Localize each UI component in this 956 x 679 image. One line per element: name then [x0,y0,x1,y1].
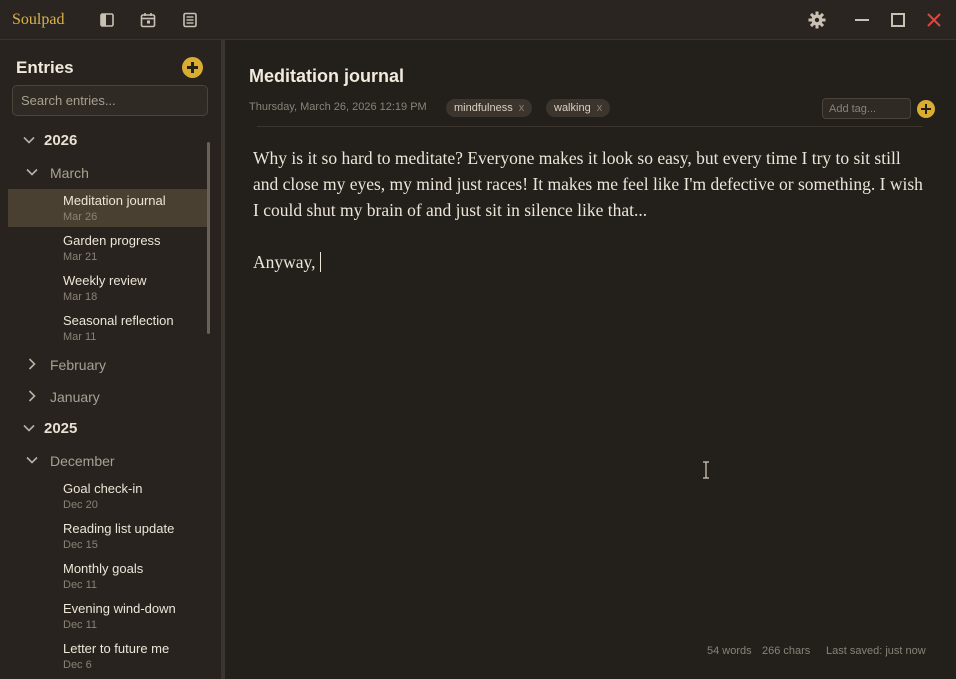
save-status: Last saved: just now [826,645,926,657]
add-entry-button[interactable] [182,57,203,78]
minimize-icon[interactable] [852,10,872,30]
sidebar-title: Entries [16,58,74,77]
list-item[interactable]: Garden progress Mar 21 [8,229,210,267]
list-item[interactable]: Meditation journal Mar 26 [8,189,210,227]
tag-label: walking [554,102,591,114]
entry-body-editor[interactable]: Why is it so hard to meditate? Everyone … [253,145,925,625]
month-label: March [50,165,89,181]
gear-icon[interactable] [807,10,827,30]
list-item[interactable]: Seasonal reflection Mar 11 [8,309,210,347]
body-paragraph: Anyway, [253,249,925,275]
entry-title: Letter to future me [63,641,170,656]
entry-date: Dec 6 [63,659,92,671]
month-march[interactable]: March [0,162,210,184]
month-february[interactable]: February [0,354,210,376]
entry-title-heading[interactable]: Meditation journal [249,66,404,87]
entry-title: Weekly review [63,273,147,288]
chevron-down-icon [22,133,36,147]
word-count: 54 words [707,645,752,657]
chevron-right-icon [25,357,39,371]
entry-datetime: Thursday, March 26, 2026 12:19 PM [249,101,427,113]
sidebar-scrollbar[interactable] [207,142,210,334]
entry-date: Mar 18 [63,291,98,303]
month-january[interactable]: January [0,386,210,408]
stack-icon[interactable] [180,10,200,30]
entry-title: Seasonal reflection [63,313,174,328]
list-item[interactable]: Monthly goals Dec 11 [8,557,210,595]
entry-title: Evening wind-down [63,601,176,616]
close-icon[interactable] [924,10,944,30]
entry-date: Mar 11 [63,331,97,343]
sidebar-toggle-icon[interactable] [97,10,117,30]
month-label: February [50,357,107,373]
list-item[interactable]: Goal check-in Dec 20 [8,477,210,515]
entry-title: Monthly goals [63,561,144,576]
entry-date: Dec 20 [63,499,98,511]
entry-title: Garden progress [63,233,161,248]
text-cursor-icon [701,461,711,479]
list-item[interactable]: Weekly review Mar 18 [8,269,210,307]
entry-title: Meditation journal [63,193,166,208]
year-label: 2025 [44,420,78,437]
add-tag-button[interactable] [917,100,935,118]
entry-date: Mar 21 [63,251,98,263]
year-2026[interactable]: 2026 [0,130,210,152]
title-bar: Soulpad [0,0,956,40]
text-caret [319,252,321,272]
body-paragraph: Why is it so hard to meditate? Everyone … [253,148,923,220]
month-december[interactable]: December [0,450,210,472]
char-count: 266 chars [762,645,811,657]
calendar-icon[interactable] [138,10,158,30]
entry-title: Goal check-in [63,481,143,496]
entry-date: Dec 15 [63,539,98,551]
header-divider [257,126,923,127]
entry-date: Dec 11 [63,579,98,591]
entry-date: Mar 26 [63,211,98,223]
entries-sidebar: Entries 2026 March Meditation journal Ma… [0,40,221,679]
entry-title: Reading list update [63,521,175,536]
editor-pane: Meditation journal Thursday, March 26, 2… [225,40,956,679]
body-text: Anyway, [253,252,316,272]
chevron-down-icon [22,421,36,435]
month-label: January [50,389,100,405]
maximize-icon[interactable] [888,10,908,30]
tag-chip: mindfulness x [446,99,533,117]
list-item[interactable]: Evening wind-down Dec 11 [8,597,210,635]
chevron-right-icon [25,389,39,403]
add-tag-input[interactable] [822,98,911,119]
year-label: 2026 [44,132,78,149]
app-logo: Soulpad [12,11,65,28]
year-2025[interactable]: 2025 [0,418,210,440]
tag-label: mindfulness [454,102,513,114]
chevron-down-icon [25,453,39,467]
month-label: December [50,453,115,469]
remove-tag-button[interactable]: x [597,102,603,114]
tag-chip: walking x [546,99,611,117]
list-item[interactable]: Reading list update Dec 15 [8,517,210,555]
entry-date: Dec 11 [63,619,98,631]
remove-tag-button[interactable]: x [519,102,525,114]
search-input[interactable] [12,85,208,116]
list-item[interactable]: Letter to future me Dec 6 [8,637,210,675]
chevron-down-icon [25,165,39,179]
